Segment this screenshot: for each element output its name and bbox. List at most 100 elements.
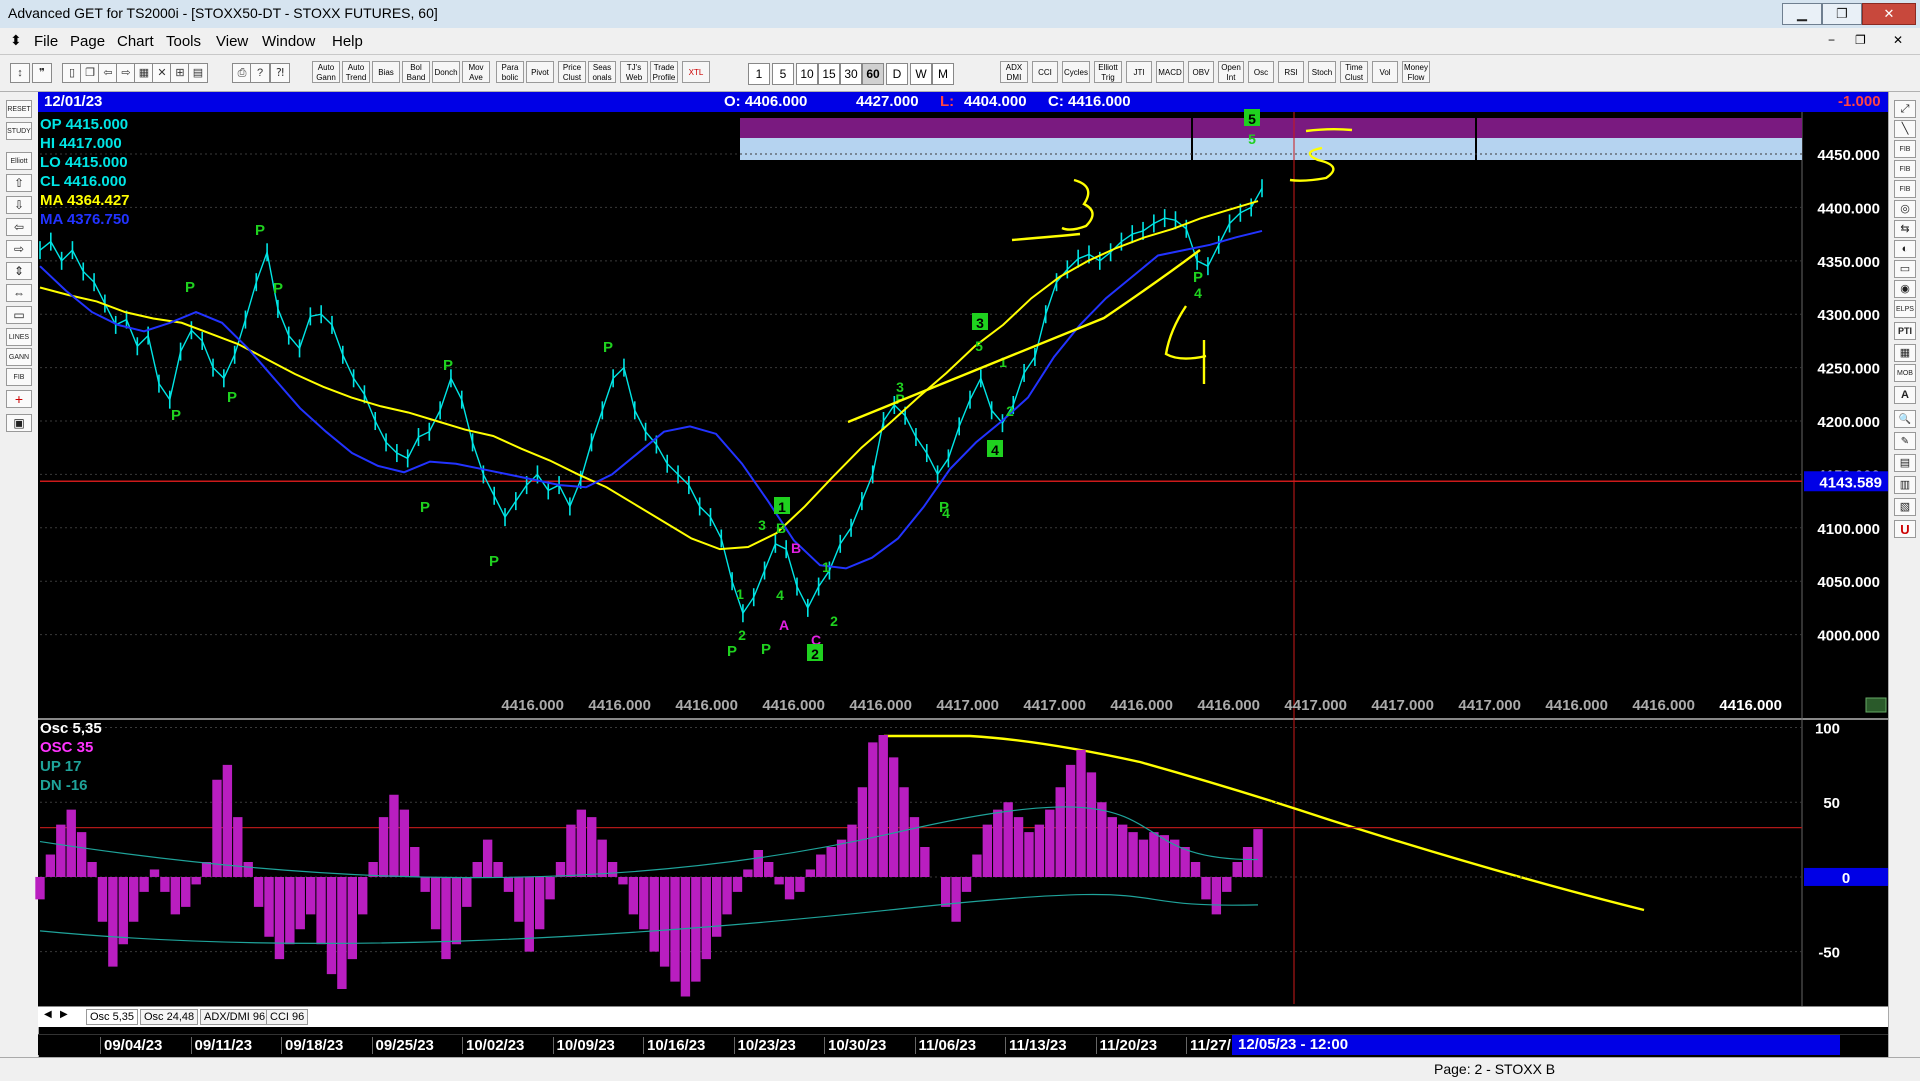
elliott-box-label: 2 — [811, 646, 819, 662]
tab-adx-dmi-96[interactable]: ADX/DMI 96 — [200, 1009, 270, 1025]
osc-tick-label: 100 — [1815, 720, 1840, 737]
price-chart[interactable]: 4450.000 4400.000 4350.000 4300.000 4250.000… — [0, 0, 1920, 1080]
tab-osc-5-35[interactable]: Osc 5,35 — [86, 1009, 139, 1025]
price-tick-label: 4100.000 — [1817, 521, 1880, 538]
value-strip-label: 4417.000 — [1023, 697, 1086, 714]
osc-tick-label: -50 — [1818, 945, 1840, 962]
elliott-label: 2 — [738, 627, 746, 643]
osc-readout-line: Osc 5,35 — [40, 720, 102, 737]
osc-tick-label: 0 — [1842, 870, 1850, 887]
readout-line: HI 4417.000 — [40, 135, 122, 152]
date-axis: 09/04/23 09/11/23 09/18/23 09/25/23 10/02/23… — [38, 1034, 1888, 1055]
price-tick-label: 4350.000 — [1817, 254, 1880, 271]
price-tick-label: 4450.000 — [1817, 147, 1880, 164]
value-strip-label: 4416.000 — [501, 697, 564, 714]
page-status: Page: 2 - STOXX B — [1434, 1061, 1556, 1077]
elliott-label: 5 — [975, 338, 983, 354]
price-tick-label: 4400.000 — [1817, 200, 1880, 217]
readout-line: MA 4376.750 — [40, 211, 130, 228]
osc-tick-label: 50 — [1823, 795, 1840, 812]
value-strip-label: 4416.000 — [1110, 697, 1173, 714]
pivot-label: P — [761, 641, 771, 658]
pivot-label: P — [443, 357, 453, 374]
date-tick-label: 09/04/23 — [100, 1037, 162, 1054]
elliott-label: 4 — [1194, 285, 1202, 301]
tab-cci-96[interactable]: CCI 96 — [266, 1009, 309, 1025]
value-strip-label: 4417.000 — [1371, 697, 1434, 714]
value-strip-label: 4416.000 — [1197, 697, 1260, 714]
price-tick-label: 4000.000 — [1817, 628, 1880, 645]
elliott-box-label: 3 — [976, 315, 984, 331]
value-strip-label: 4416.000 — [1545, 697, 1608, 714]
value-strip-label: 4416.000 — [1719, 697, 1782, 714]
osc-readout-line: OSC 35 — [40, 739, 94, 756]
pivot-label: P — [185, 279, 195, 296]
price-tick-label: 4050.000 — [1817, 574, 1880, 591]
readout-line: OP 4415.000 — [40, 116, 129, 133]
elliott-label: 1 — [736, 586, 744, 602]
pivot-label: P — [603, 339, 613, 356]
pivot-label: P — [273, 280, 283, 297]
date-tick-label: 09/18/23 — [281, 1037, 343, 1054]
elliott-label: 3 — [758, 517, 766, 533]
date-tick-label: 10/23/23 — [733, 1037, 796, 1054]
readout-line: LO 4415.000 — [40, 154, 128, 171]
date-tick-label: 11/13/23 — [1005, 1037, 1067, 1054]
tab-prev-icon[interactable]: ◀ — [44, 1009, 52, 1020]
elliott-label: 1 — [822, 559, 830, 575]
elliott-box-label: 4 — [991, 442, 999, 458]
target-zone-band-lower — [740, 138, 1802, 160]
value-strip-label: 4416.000 — [675, 697, 738, 714]
value-strip-label: 4417.000 — [1284, 697, 1347, 714]
readout-line: CL 4416.000 — [40, 173, 127, 190]
oscillator-panel-bg — [38, 720, 1888, 1006]
elliott-label: 2 — [1006, 403, 1014, 419]
tab-next-icon[interactable]: ▶ — [60, 1009, 68, 1020]
elliott-label: B — [776, 520, 786, 536]
date-tick-label: 10/16/23 — [643, 1037, 705, 1054]
date-tick-label: 11/27/ — [1186, 1037, 1231, 1054]
panel-resize-icon[interactable] — [1865, 697, 1887, 713]
elliott-label: A — [779, 617, 789, 633]
price-tick-label: 4250.000 — [1817, 361, 1880, 378]
pivot-label: P — [489, 553, 499, 570]
date-tick-label: 09/25/23 — [371, 1037, 434, 1054]
value-strip-label: 4416.000 — [849, 697, 912, 714]
status-bar: Page: 2 - STOXX B — [0, 1057, 1920, 1081]
elliott-box-label: 5 — [1248, 111, 1256, 127]
value-strip-label: 4416.000 — [762, 697, 825, 714]
elliott-label: 1 — [999, 354, 1007, 370]
value-strip-label: 4416.000 — [1632, 697, 1695, 714]
readout-line: MA 4364.427 — [40, 192, 130, 209]
price-tick-label: 4300.000 — [1817, 307, 1880, 324]
elliott-box-label: 1 — [778, 499, 786, 515]
date-tick-label: 11/06/23 — [914, 1037, 976, 1054]
elliott-label: B — [791, 540, 801, 556]
indicator-tabs: ◀ ▶ Osc 5,35 Osc 24,48 ADX/DMI 96 CCI 96 — [38, 1006, 1888, 1027]
pivot-label: P — [255, 222, 265, 239]
pivot-label: P — [420, 499, 430, 516]
elliott-label: 5 — [1248, 131, 1256, 147]
value-strip-label: 4417.000 — [936, 697, 999, 714]
target-zone-band-upper — [740, 118, 1802, 138]
elliott-label: 4 — [776, 587, 784, 603]
pivot-label: P — [1193, 269, 1203, 286]
date-tick-label: 10/09/23 — [552, 1037, 615, 1054]
value-strip-label: 4416.000 — [588, 697, 651, 714]
date-tick-label: 10/02/23 — [462, 1037, 524, 1054]
osc-readout-line: UP 17 — [40, 758, 82, 775]
osc-readout-line: DN -16 — [40, 777, 88, 794]
price-tick-label: 4200.000 — [1817, 414, 1880, 431]
elliott-label: 2 — [830, 613, 838, 629]
pivot-label: P — [171, 407, 181, 424]
date-tick-label: 11/20/23 — [1095, 1037, 1157, 1054]
value-strip-label: 4417.000 — [1458, 697, 1521, 714]
date-tick-label: 09/11/23 — [190, 1037, 252, 1054]
tab-osc-24-48[interactable]: Osc 24,48 — [140, 1009, 199, 1025]
date-tick-label: 10/30/23 — [824, 1037, 886, 1054]
pivot-label: P — [227, 389, 237, 406]
date-cursor-label: 12/05/23 - 12:00 — [1232, 1035, 1840, 1055]
elliott-label: 4 — [942, 505, 950, 521]
current-price-marker: 4143.589 — [1819, 474, 1882, 491]
pivot-label: P — [727, 643, 737, 660]
